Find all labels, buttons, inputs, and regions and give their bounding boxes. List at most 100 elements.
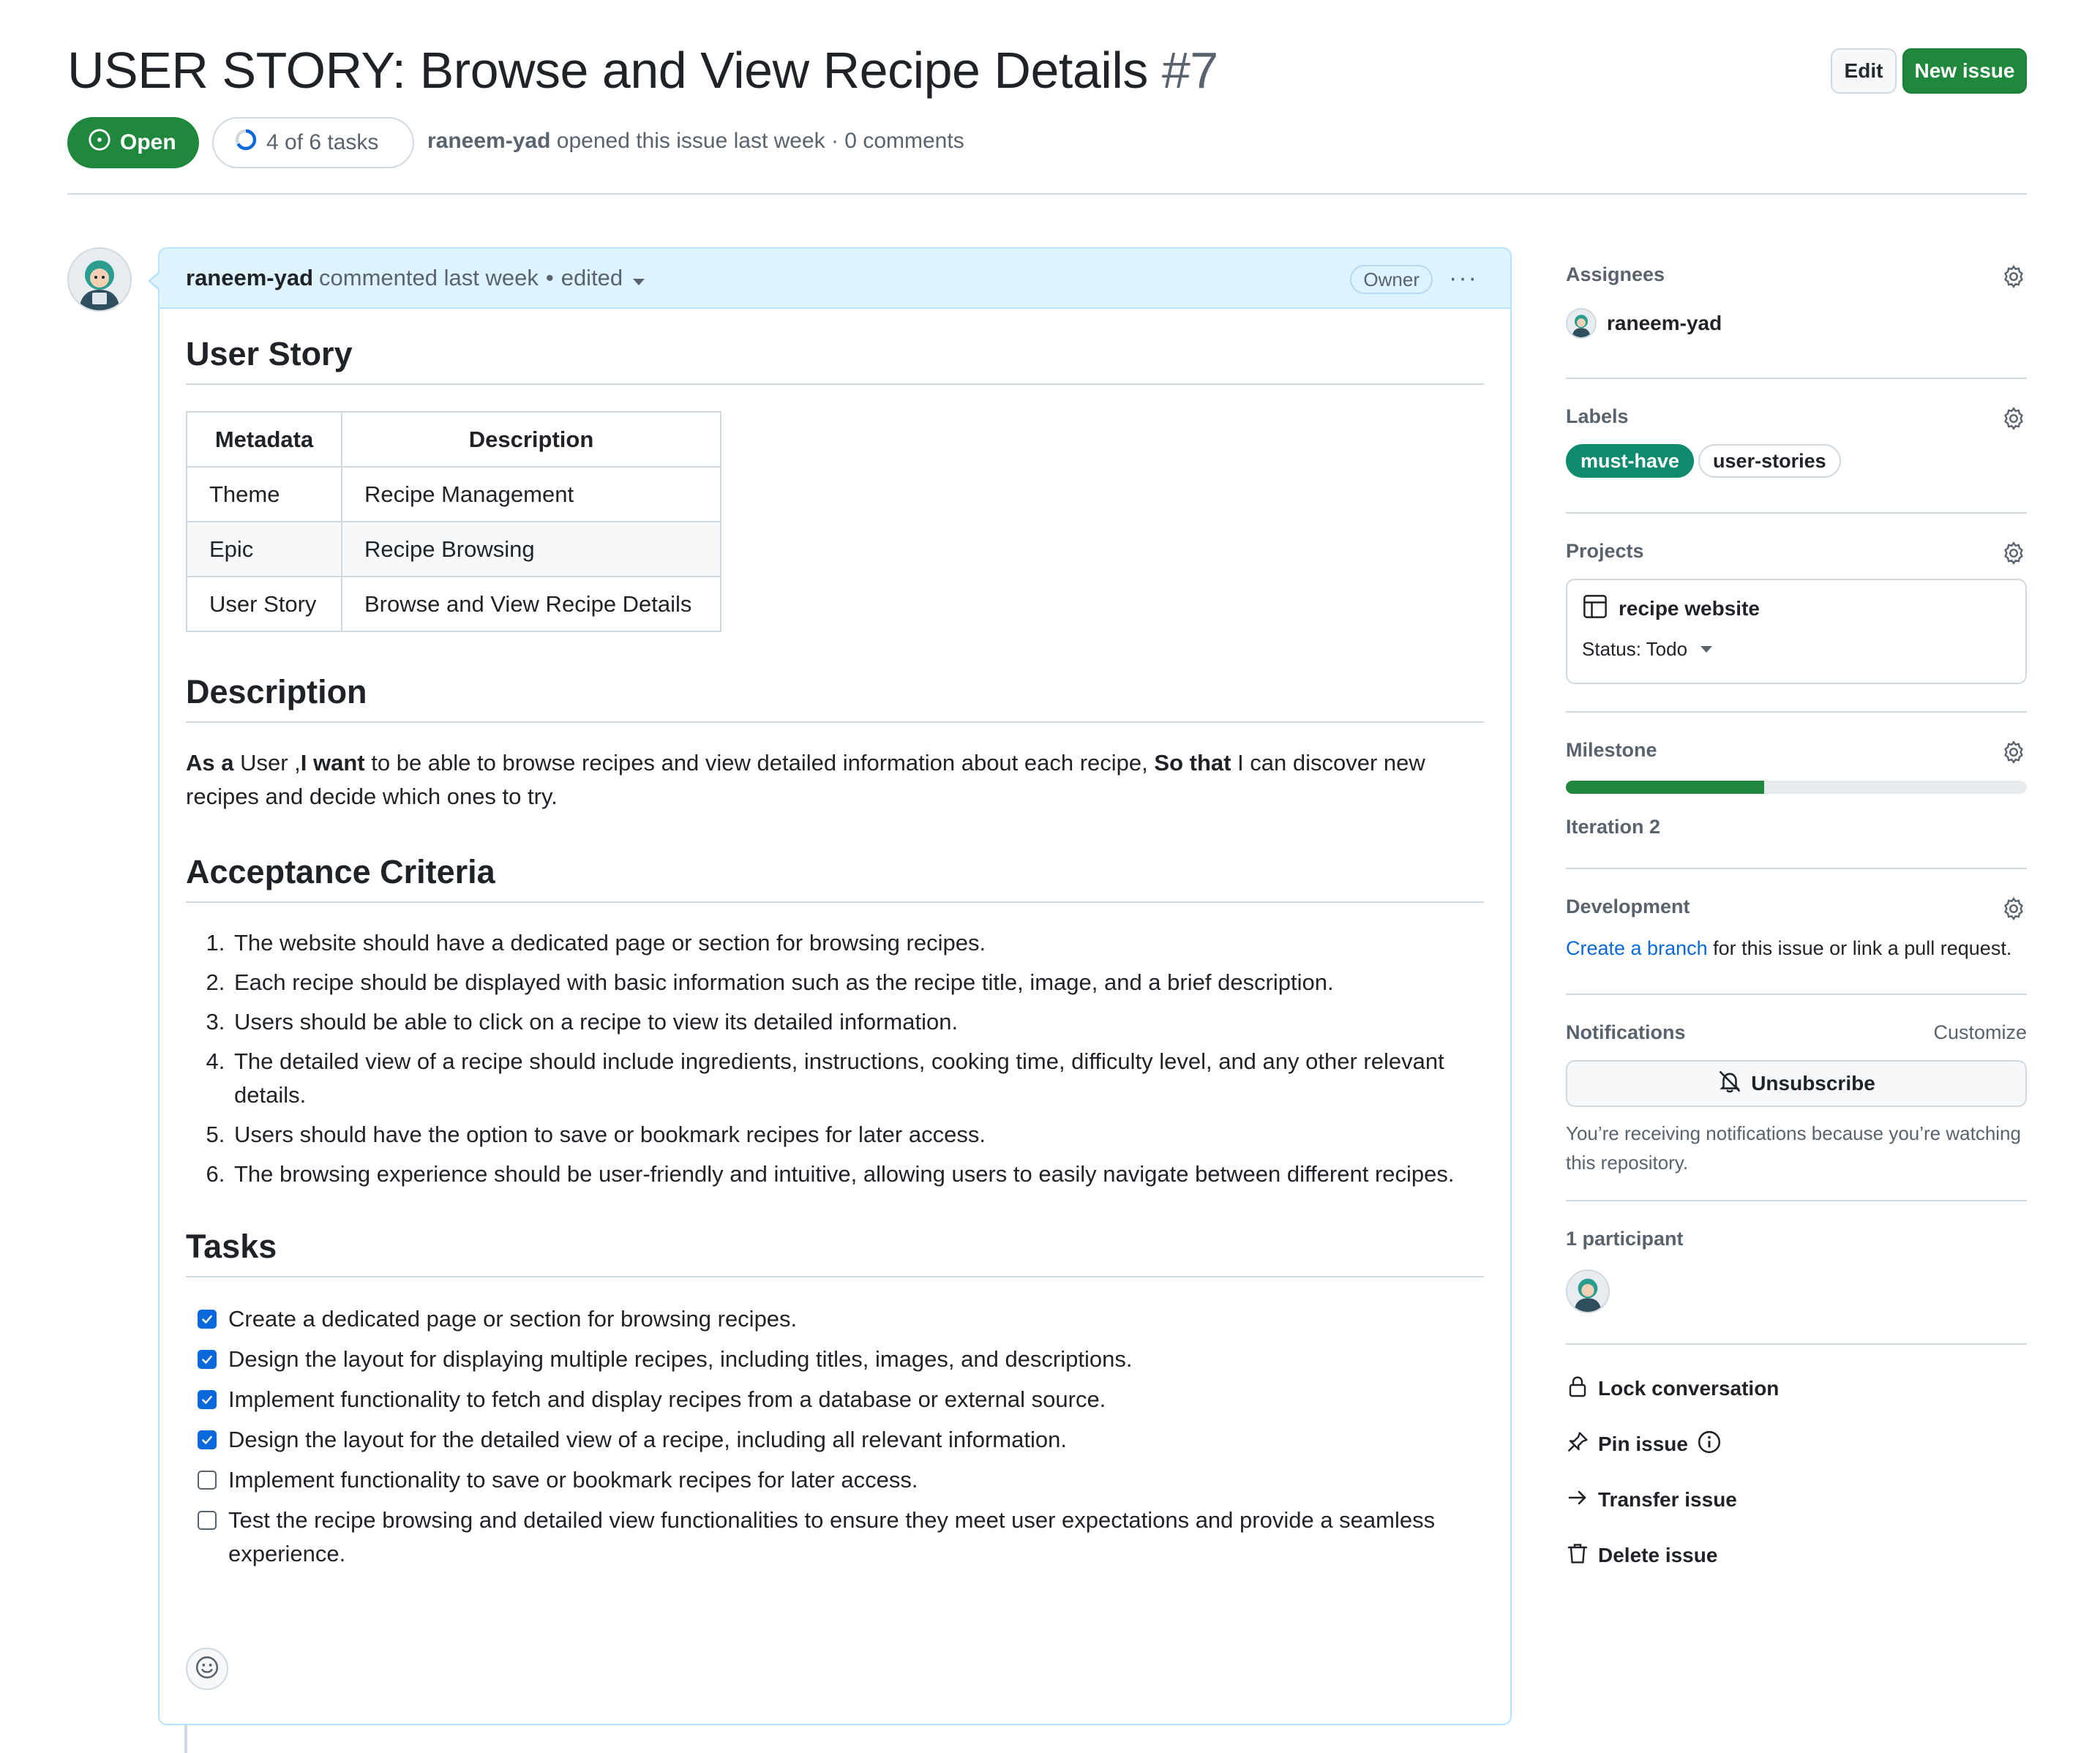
check-icon bbox=[202, 1315, 212, 1324]
add-reaction-button[interactable] bbox=[186, 1648, 228, 1690]
task-text: Implement functionality to save or bookm… bbox=[228, 1467, 918, 1493]
gear-icon[interactable] bbox=[2000, 896, 2027, 922]
edited-dropdown[interactable]: edited bbox=[561, 265, 645, 291]
delete-issue-label: Delete issue bbox=[1598, 1544, 1718, 1566]
task-checkbox[interactable] bbox=[198, 1471, 217, 1490]
projects-section: Projects recipe website Status: Todo bbox=[1566, 514, 2027, 713]
create-branch-link[interactable]: Create a branch bbox=[1566, 937, 1708, 959]
task-item: Design the layout for the detailed view … bbox=[198, 1423, 1484, 1457]
participants-section: 1 participant bbox=[1566, 1201, 2027, 1345]
task-checkbox[interactable] bbox=[198, 1310, 217, 1329]
comment-time[interactable]: commented last week bbox=[319, 265, 539, 291]
comment-header: raneem-yad commented last week • edited bbox=[160, 249, 1510, 309]
info-icon[interactable] bbox=[1697, 1430, 1722, 1460]
participants-title: 1 participant bbox=[1566, 1228, 1684, 1250]
task-progress-pill[interactable]: 4 of 6 tasks bbox=[212, 117, 414, 168]
table-row: Epic Recipe Browsing bbox=[186, 521, 721, 577]
table-cell: Recipe Browsing bbox=[341, 521, 721, 577]
description-so-that: So that bbox=[1154, 750, 1231, 776]
description-role: User , bbox=[233, 750, 301, 776]
table-row: User Story Browse and View Recipe Detail… bbox=[186, 576, 721, 632]
pin-issue-button[interactable]: Pin issue bbox=[1566, 1416, 2027, 1472]
development-text: Create a branch for this issue or link a… bbox=[1566, 937, 2027, 960]
task-checkbox[interactable] bbox=[198, 1350, 217, 1369]
table-header-metadata: Metadata bbox=[186, 411, 342, 468]
description-as-a: As a bbox=[186, 750, 234, 776]
header-divider bbox=[67, 193, 2027, 195]
issue-number: #7 bbox=[1161, 42, 1218, 99]
kebab-menu-icon[interactable]: ··· bbox=[1449, 266, 1478, 290]
table-header-row: Metadata Description bbox=[186, 411, 721, 468]
chevron-down-icon bbox=[633, 279, 645, 285]
unsubscribe-label: Unsubscribe bbox=[1751, 1072, 1875, 1095]
assignees-title: Assignees bbox=[1566, 263, 1665, 285]
issue-title: USER STORY: Browse and View Recipe Detai… bbox=[67, 41, 1218, 100]
table-cell: Browse and View Recipe Details bbox=[341, 576, 721, 632]
issue-opened-icon bbox=[88, 128, 111, 157]
project-status-dropdown[interactable]: Status: Todo bbox=[1582, 638, 2011, 661]
table-cell: Theme bbox=[186, 466, 342, 522]
label-user-stories[interactable]: user-stories bbox=[1698, 444, 1841, 478]
transfer-issue-button[interactable]: Transfer issue bbox=[1566, 1472, 2027, 1528]
issue-sidebar: Assignees raneem-yad Labels must-have use… bbox=[1566, 263, 2027, 1583]
table-header-description: Description bbox=[341, 411, 721, 468]
user-story-heading: User Story bbox=[186, 335, 1484, 385]
issue-comment: raneem-yad commented last week • edited … bbox=[148, 247, 1512, 1725]
issue-meta: raneem-yad opened this issue last week ·… bbox=[427, 129, 964, 154]
gear-icon[interactable] bbox=[2000, 540, 2027, 566]
task-item: Test the recipe browsing and detailed vi… bbox=[198, 1504, 1484, 1571]
owner-badge: Owner bbox=[1350, 265, 1433, 294]
assignees-section: Assignees raneem-yad bbox=[1566, 263, 2027, 379]
chevron-down-icon bbox=[1700, 646, 1713, 653]
lock-icon bbox=[1566, 1375, 1589, 1403]
project-name: recipe website bbox=[1619, 596, 1760, 620]
delete-issue-button[interactable]: Delete issue bbox=[1566, 1528, 2027, 1583]
issue-state-label: Open bbox=[120, 130, 176, 154]
customize-link[interactable]: Customize bbox=[1933, 1021, 2027, 1044]
project-link[interactable]: recipe website bbox=[1582, 593, 2011, 623]
task-checkbox[interactable] bbox=[198, 1511, 217, 1530]
task-progress-label: 4 of 6 tasks bbox=[266, 130, 379, 154]
avatar[interactable] bbox=[1566, 1269, 1610, 1313]
task-text: Design the layout for the detailed view … bbox=[228, 1427, 1067, 1452]
development-suffix: for this issue or link a pull request. bbox=[1707, 937, 2012, 959]
milestone-section: Milestone Iteration 2 bbox=[1566, 713, 2027, 869]
description-heading: Description bbox=[186, 673, 1484, 723]
comment-author-link[interactable]: raneem-yad bbox=[186, 265, 313, 291]
metadata-table: Metadata Description Theme Recipe Manage… bbox=[186, 411, 721, 632]
bullet-separator: • bbox=[545, 265, 554, 290]
task-text: Test the recipe browsing and detailed vi… bbox=[228, 1507, 1436, 1566]
milestone-progress-fill bbox=[1566, 781, 1764, 794]
issue-author-link[interactable]: raneem-yad bbox=[427, 129, 550, 153]
lock-conversation-button[interactable]: Lock conversation bbox=[1566, 1361, 2027, 1416]
trash-icon bbox=[1566, 1542, 1589, 1570]
new-issue-button[interactable]: New issue bbox=[1902, 48, 2027, 94]
assignee-item[interactable]: raneem-yad bbox=[1566, 308, 2027, 339]
assignee-name: raneem-yad bbox=[1607, 312, 1722, 334]
task-checkbox[interactable] bbox=[198, 1390, 217, 1409]
unsubscribe-button[interactable]: Unsubscribe bbox=[1566, 1060, 2027, 1107]
list-item: Each recipe should be displayed with bas… bbox=[231, 966, 1484, 999]
avatar bbox=[1566, 308, 1597, 339]
label-must-have[interactable]: must-have bbox=[1566, 444, 1695, 478]
issue-actions: Lock conversation Pin issue Transfer iss… bbox=[1566, 1345, 2027, 1583]
avatar[interactable] bbox=[67, 247, 132, 312]
list-item: Users should be able to click on a recip… bbox=[231, 1005, 1484, 1039]
issue-state-badge: Open bbox=[67, 117, 199, 168]
gear-icon[interactable] bbox=[2000, 405, 2027, 432]
table-icon bbox=[1582, 593, 1608, 623]
labels-section: Labels must-have user-stories bbox=[1566, 379, 2027, 514]
acceptance-criteria-list: The website should have a dedicated page… bbox=[186, 926, 1484, 1191]
gear-icon[interactable] bbox=[2000, 263, 2027, 290]
check-icon bbox=[202, 1435, 212, 1444]
development-section: Development Create a branch for this iss… bbox=[1566, 869, 2027, 995]
task-checkbox[interactable] bbox=[198, 1430, 217, 1449]
milestone-name[interactable]: Iteration 2 bbox=[1566, 816, 2027, 838]
gear-icon[interactable] bbox=[2000, 739, 2027, 765]
table-cell: Recipe Management bbox=[341, 466, 721, 522]
check-icon bbox=[202, 1395, 212, 1404]
bell-slash-icon bbox=[1717, 1069, 1742, 1099]
notification-reason: You’re receiving notifications because y… bbox=[1566, 1122, 2021, 1174]
edit-button[interactable]: Edit bbox=[1831, 48, 1897, 94]
acceptance-criteria-heading: Acceptance Criteria bbox=[186, 853, 1484, 903]
